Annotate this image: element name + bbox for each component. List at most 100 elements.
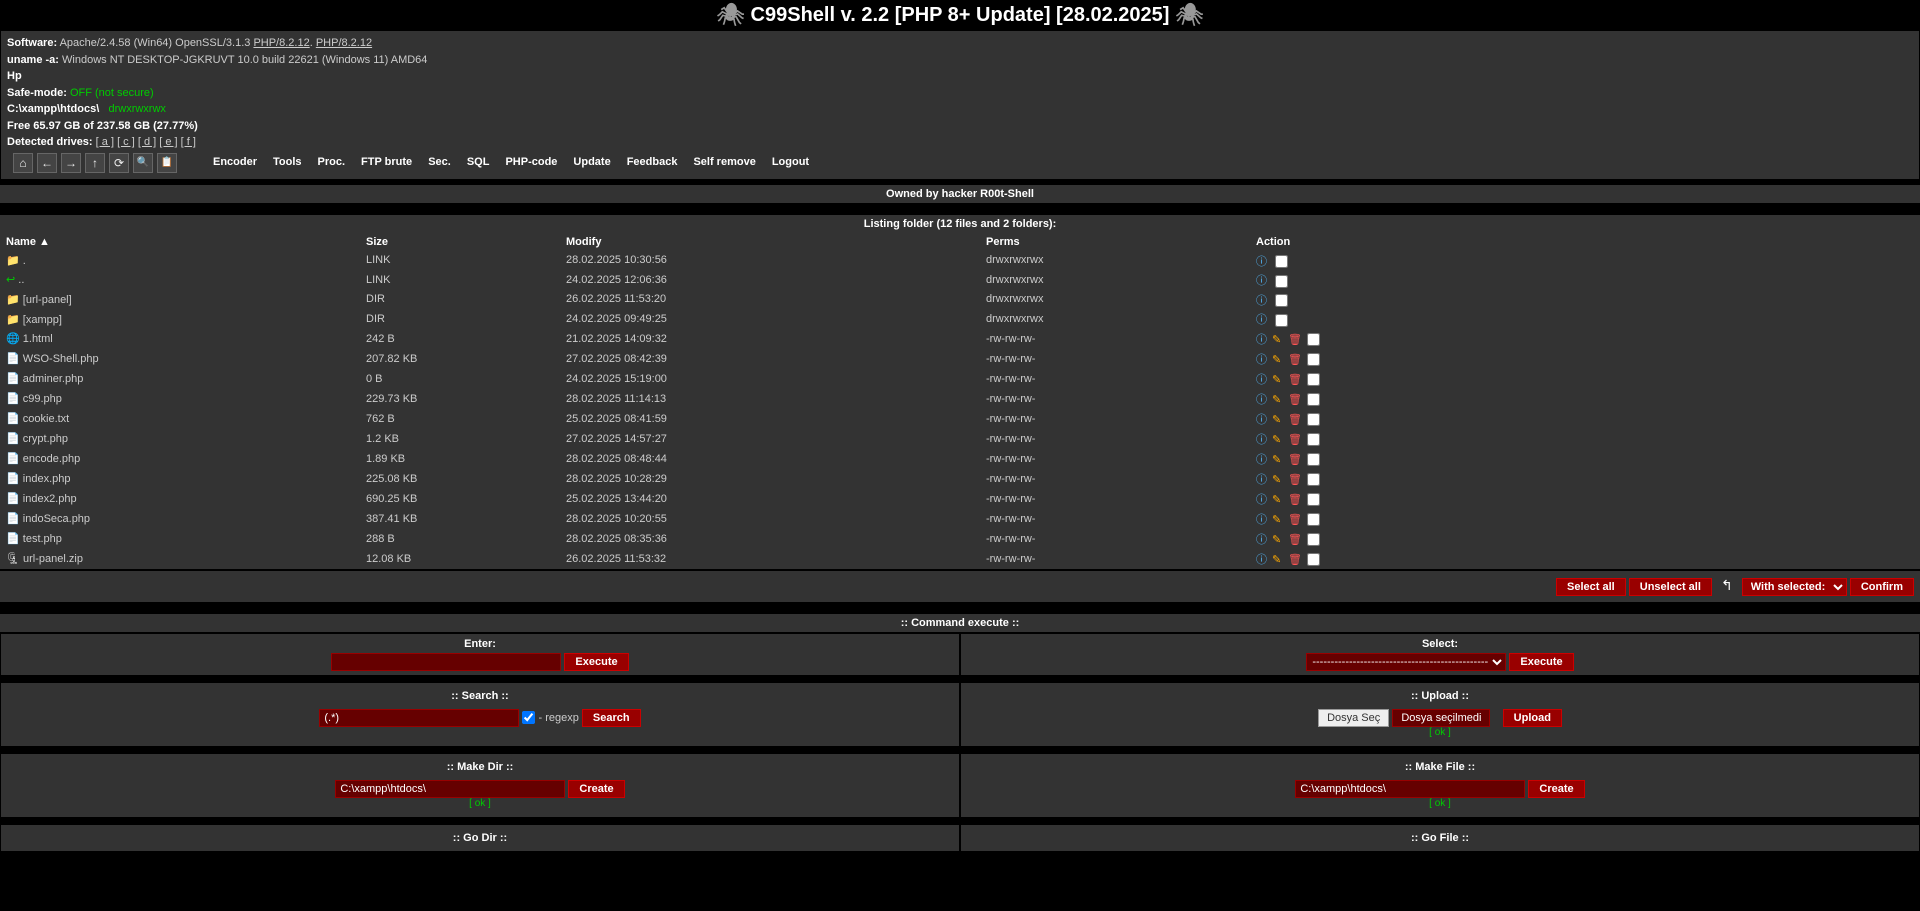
edit-icon[interactable]: ✎ bbox=[1272, 513, 1286, 527]
up-icon[interactable] bbox=[85, 153, 105, 173]
file-perms[interactable]: -rw-rw-rw- bbox=[980, 509, 1250, 529]
file-perms[interactable]: -rw-rw-rw- bbox=[980, 469, 1250, 489]
file-name[interactable]: indoSeca.php bbox=[23, 513, 90, 525]
delete-icon[interactable]: 🗑 bbox=[1288, 393, 1302, 407]
delete-icon[interactable]: 🗑 bbox=[1288, 433, 1302, 447]
edit-icon[interactable]: ✎ bbox=[1272, 373, 1286, 387]
php-link[interactable]: PHP/8.2.12 bbox=[253, 37, 309, 49]
table-row[interactable]: 📁 [xampp]DIR24.02.2025 09:49:25drwxrwxrw… bbox=[0, 309, 1920, 329]
row-checkbox[interactable] bbox=[1307, 493, 1320, 506]
row-checkbox[interactable] bbox=[1307, 353, 1320, 366]
file-name[interactable]: c99.php bbox=[23, 393, 62, 405]
file-name[interactable]: index.php bbox=[23, 473, 71, 485]
delete-icon[interactable]: 🗑 bbox=[1288, 493, 1302, 507]
file-perms[interactable]: -rw-rw-rw- bbox=[980, 409, 1250, 429]
edit-icon[interactable]: ✎ bbox=[1272, 433, 1286, 447]
delete-icon[interactable]: 🗑 bbox=[1288, 413, 1302, 427]
table-row[interactable]: 📄 WSO-Shell.php207.82 KB27.02.2025 08:42… bbox=[0, 349, 1920, 369]
table-row[interactable]: 📄 cookie.txt762 B25.02.2025 08:41:59-rw-… bbox=[0, 409, 1920, 429]
table-row[interactable]: 📄 index2.php690.25 KB25.02.2025 13:44:20… bbox=[0, 489, 1920, 509]
info-icon[interactable]: ⓘ bbox=[1256, 491, 1270, 505]
table-row[interactable]: 📄 c99.php229.73 KB28.02.2025 11:14:13-rw… bbox=[0, 389, 1920, 409]
info-icon[interactable]: ⓘ bbox=[1256, 551, 1270, 565]
row-checkbox[interactable] bbox=[1275, 275, 1288, 288]
edit-icon[interactable]: ✎ bbox=[1272, 393, 1286, 407]
info-icon[interactable]: ⓘ bbox=[1256, 331, 1270, 345]
regexp-checkbox[interactable] bbox=[522, 711, 535, 724]
file-perms[interactable]: drwxrwxrwx bbox=[980, 251, 1250, 271]
file-perms[interactable]: drwxrwxrwx bbox=[980, 309, 1250, 329]
info-icon[interactable]: ⓘ bbox=[1256, 391, 1270, 405]
toolbar-php-code[interactable]: PHP-code bbox=[497, 154, 565, 170]
confirm-button[interactable]: Confirm bbox=[1850, 578, 1914, 596]
file-perms[interactable]: -rw-rw-rw- bbox=[980, 529, 1250, 549]
file-name[interactable]: adminer.php bbox=[23, 373, 84, 385]
file-name[interactable]: WSO-Shell.php bbox=[23, 353, 99, 365]
info-icon[interactable]: ⓘ bbox=[1256, 451, 1270, 465]
row-checkbox[interactable] bbox=[1307, 373, 1320, 386]
toolbar-feedback[interactable]: Feedback bbox=[619, 154, 686, 170]
file-perms[interactable]: -rw-rw-rw- bbox=[980, 369, 1250, 389]
file-name[interactable]: encode.php bbox=[23, 453, 81, 465]
file-name[interactable]: crypt.php bbox=[23, 433, 68, 445]
edit-icon[interactable]: ✎ bbox=[1272, 353, 1286, 367]
upload-button[interactable]: Upload bbox=[1503, 709, 1562, 727]
delete-icon[interactable]: 🗑 bbox=[1288, 333, 1302, 347]
table-row[interactable]: 📄 adminer.php0 B24.02.2025 15:19:00-rw-r… bbox=[0, 369, 1920, 389]
file-name[interactable]: cookie.txt bbox=[23, 413, 69, 425]
row-checkbox[interactable] bbox=[1307, 413, 1320, 426]
info-icon[interactable]: ⓘ bbox=[1256, 292, 1270, 306]
table-row[interactable]: 📁 [url-panel]DIR26.02.2025 11:53:20drwxr… bbox=[0, 290, 1920, 310]
table-row[interactable]: ↩ ..LINK24.02.2025 12:06:36drwxrwxrwxⓘ bbox=[0, 270, 1920, 290]
search-button[interactable]: Search bbox=[582, 709, 641, 727]
file-perms[interactable]: -rw-rw-rw- bbox=[980, 429, 1250, 449]
home-icon[interactable] bbox=[13, 153, 33, 173]
row-checkbox[interactable] bbox=[1307, 433, 1320, 446]
row-checkbox[interactable] bbox=[1275, 255, 1288, 268]
file-perms[interactable]: drwxrwxrwx bbox=[980, 290, 1250, 310]
table-row[interactable]: 📄 encode.php1.89 KB28.02.2025 08:48:44-r… bbox=[0, 449, 1920, 469]
file-perms[interactable]: -rw-rw-rw- bbox=[980, 449, 1250, 469]
delete-icon[interactable]: 🗑 bbox=[1288, 353, 1302, 367]
file-name[interactable]: .. bbox=[18, 274, 24, 286]
file-name[interactable]: [url-panel] bbox=[23, 294, 72, 306]
toolbar-sec-[interactable]: Sec. bbox=[420, 154, 459, 170]
row-checkbox[interactable] bbox=[1307, 393, 1320, 406]
forward-icon[interactable] bbox=[61, 153, 81, 173]
unselect-all-button[interactable]: Unselect all bbox=[1629, 578, 1712, 596]
drive-link[interactable]: [ d ] bbox=[138, 136, 156, 148]
row-checkbox[interactable] bbox=[1275, 294, 1288, 307]
info-icon[interactable]: ⓘ bbox=[1256, 531, 1270, 545]
file-perms[interactable]: -rw-rw-rw- bbox=[980, 489, 1250, 509]
edit-icon[interactable]: ✎ bbox=[1272, 413, 1286, 427]
row-checkbox[interactable] bbox=[1307, 473, 1320, 486]
toolbar-logout[interactable]: Logout bbox=[764, 154, 817, 170]
execute-button[interactable]: Execute bbox=[1509, 653, 1573, 671]
table-row[interactable]: 📄 index.php225.08 KB28.02.2025 10:28:29-… bbox=[0, 469, 1920, 489]
row-checkbox[interactable] bbox=[1307, 553, 1320, 566]
drive-link[interactable]: [ e ] bbox=[159, 136, 177, 148]
file-name[interactable]: index2.php bbox=[23, 493, 77, 505]
with-selected-select[interactable]: With selected: bbox=[1742, 578, 1847, 596]
refresh-icon[interactable] bbox=[109, 153, 129, 173]
row-checkbox[interactable] bbox=[1307, 513, 1320, 526]
execute-button[interactable]: Execute bbox=[564, 653, 628, 671]
col-name[interactable]: Name ▲ bbox=[0, 233, 360, 251]
row-checkbox[interactable] bbox=[1307, 453, 1320, 466]
toolbar-sql[interactable]: SQL bbox=[459, 154, 498, 170]
cwd-path[interactable]: C:\xampp\htdocs\ bbox=[7, 103, 99, 115]
back-icon[interactable] bbox=[37, 153, 57, 173]
edit-icon[interactable]: ✎ bbox=[1272, 493, 1286, 507]
edit-icon[interactable]: ✎ bbox=[1272, 553, 1286, 567]
row-checkbox[interactable] bbox=[1307, 533, 1320, 546]
toolbar-ftp-brute[interactable]: FTP brute bbox=[353, 154, 420, 170]
info-icon[interactable]: ⓘ bbox=[1256, 471, 1270, 485]
table-row[interactable]: 📁 .LINK28.02.2025 10:30:56drwxrwxrwxⓘ bbox=[0, 251, 1920, 271]
file-perms[interactable]: -rw-rw-rw- bbox=[980, 349, 1250, 369]
drive-link[interactable]: [ a ] bbox=[96, 136, 114, 148]
file-choose-button[interactable]: Dosya Seç bbox=[1318, 709, 1389, 727]
toolbar-proc-[interactable]: Proc. bbox=[310, 154, 354, 170]
col-modify[interactable]: Modify bbox=[560, 233, 980, 251]
delete-icon[interactable]: 🗑 bbox=[1288, 513, 1302, 527]
info-icon[interactable]: ⓘ bbox=[1256, 311, 1270, 325]
